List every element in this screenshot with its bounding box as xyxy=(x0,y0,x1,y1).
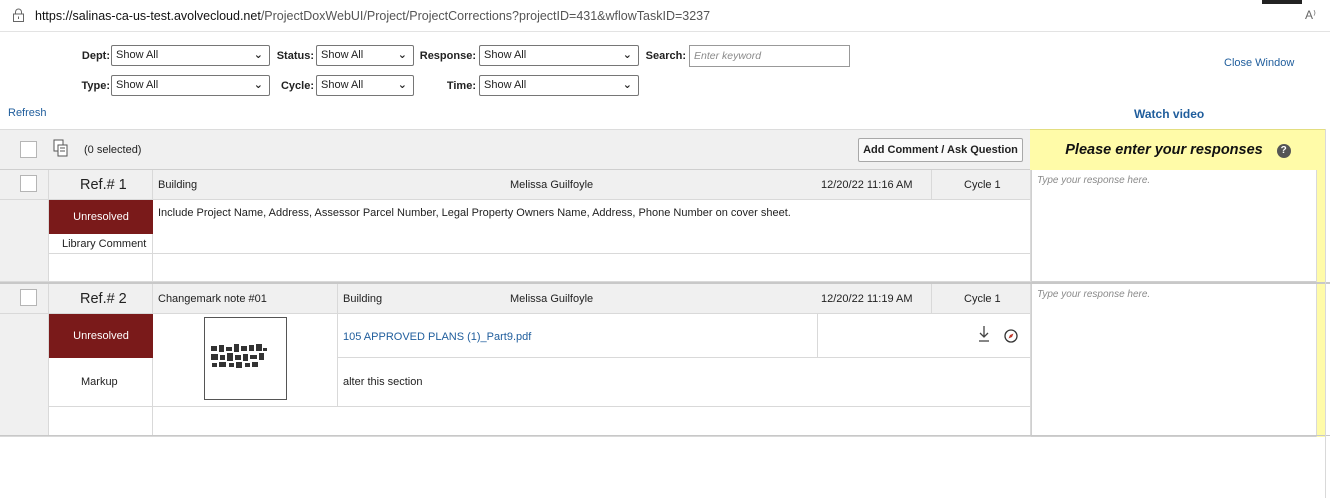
dept-select[interactable]: Show All ⌄ xyxy=(111,45,270,66)
selected-count: (0 selected) xyxy=(84,144,142,156)
chevron-down-icon: ⌄ xyxy=(622,79,632,91)
search-input[interactable]: Enter keyword xyxy=(689,45,850,67)
spacer-cell xyxy=(153,407,1031,437)
author-label: Melissa Guilfoyle xyxy=(510,293,594,305)
cycle-select-value: Show All xyxy=(321,79,364,91)
comment-cell xyxy=(338,358,1031,407)
download-icon[interactable] xyxy=(977,325,991,343)
grid-bottom-divider xyxy=(0,435,1330,436)
type-label: Type: xyxy=(81,80,110,92)
comment-text: alter this section xyxy=(343,376,423,388)
file-link[interactable]: 105 APPROVED PLANS (1)_Part9.pdf xyxy=(343,331,531,343)
category-label: Building xyxy=(343,293,383,305)
url-host: https://salinas-ca-us-test.avolvecloud.n… xyxy=(35,9,261,23)
time-select[interactable]: Show All ⌄ xyxy=(479,75,639,96)
row-gutter xyxy=(0,314,49,437)
comment-text: Include Project Name, Address, Assessor … xyxy=(158,207,791,219)
time-label: Time: xyxy=(446,80,476,92)
watch-video-link[interactable]: Watch video xyxy=(1134,107,1204,121)
spacer-cell xyxy=(49,254,153,282)
chevron-down-icon: ⌄ xyxy=(253,79,263,91)
row-gutter xyxy=(0,200,49,282)
add-comment-button[interactable]: Add Comment / Ask Question xyxy=(858,138,1023,162)
url-path: /ProjectDoxWebUI/Project/ProjectCorrecti… xyxy=(260,9,711,23)
cycle-select[interactable]: Show All ⌄ xyxy=(316,75,414,96)
address-bar: https://salinas-ca-us-test.avolvecloud.n… xyxy=(0,0,1330,32)
close-window-link[interactable]: Close Window xyxy=(1224,57,1294,69)
date-label: 12/20/22 11:19 AM xyxy=(821,293,913,305)
cycle-label: Cycle 1 xyxy=(964,293,1001,305)
author-label: Melissa Guilfoyle xyxy=(510,179,594,191)
response-select-value: Show All xyxy=(484,49,527,61)
cycle-label: Cycle: xyxy=(280,80,314,92)
response-textarea[interactable]: Type your response here. xyxy=(1031,170,1316,282)
compass-icon[interactable] xyxy=(1004,329,1018,343)
dept-select-value: Show All xyxy=(116,49,159,61)
time-select-value: Show All xyxy=(484,79,527,91)
category-label: Building xyxy=(158,179,198,191)
dept-label: Dept: xyxy=(81,50,110,62)
markup-thumbnail[interactable] xyxy=(204,317,287,400)
right-border xyxy=(1325,129,1326,498)
type-select-value: Show All xyxy=(116,79,159,91)
file-actions-cell xyxy=(818,314,1031,358)
ref-number: Ref.# 2 xyxy=(80,291,127,307)
response-select[interactable]: Show All ⌄ xyxy=(479,45,639,66)
plan-sheet-icon xyxy=(211,344,267,368)
date-label: 12/20/22 11:16 AM xyxy=(821,179,913,191)
response-placeholder: Type your response here. xyxy=(1037,289,1151,300)
response-textarea[interactable]: Type your response here. xyxy=(1031,284,1316,437)
spacer-cell xyxy=(153,254,1031,282)
table-row: Ref.# 1 Building Melissa Guilfoyle 12/20… xyxy=(0,170,1330,282)
select-all-checkbox[interactable] xyxy=(20,141,37,158)
responses-heading: Please enter your responses? xyxy=(1030,129,1326,170)
chevron-down-icon: ⌄ xyxy=(397,79,407,91)
row-checkbox[interactable] xyxy=(20,289,37,306)
grid-header: (0 selected) Add Comment / Ask Question xyxy=(0,129,1030,170)
url-text[interactable]: https://salinas-ca-us-test.avolvecloud.n… xyxy=(35,9,710,23)
markup-title: Changemark note #01 xyxy=(158,293,267,305)
export-document-icon[interactable] xyxy=(53,139,69,159)
row-checkbox[interactable] xyxy=(20,175,37,192)
status-select-value: Show All xyxy=(321,49,364,61)
cycle-label: Cycle 1 xyxy=(964,179,1001,191)
comment-kind: Library Comment xyxy=(62,238,147,250)
refresh-link[interactable]: Refresh xyxy=(8,107,47,119)
ref-number: Ref.# 1 xyxy=(80,177,127,193)
chevron-down-icon: ⌄ xyxy=(622,49,632,61)
responses-heading-text: Please enter your responses xyxy=(1065,142,1263,158)
status-label: Status: xyxy=(276,50,314,62)
response-placeholder: Type your response here. xyxy=(1037,175,1151,186)
help-icon[interactable]: ? xyxy=(1276,144,1291,158)
chevron-down-icon: ⌄ xyxy=(253,49,263,61)
status-select[interactable]: Show All ⌄ xyxy=(316,45,414,66)
spacer-cell xyxy=(49,407,153,437)
table-row: Ref.# 2 Changemark note #01 Building Mel… xyxy=(0,282,1330,437)
chevron-down-icon: ⌄ xyxy=(397,49,407,61)
window-edge xyxy=(1262,0,1302,4)
status-badge[interactable]: Unresolved xyxy=(49,314,153,358)
lock-icon xyxy=(13,8,24,22)
type-select[interactable]: Show All ⌄ xyxy=(111,75,270,96)
search-label: Search: xyxy=(645,50,686,62)
status-badge[interactable]: Unresolved xyxy=(49,200,153,234)
response-label: Response: xyxy=(419,50,476,62)
comment-kind: Markup xyxy=(81,376,118,388)
read-aloud-icon[interactable]: A⁾ xyxy=(1305,8,1316,22)
